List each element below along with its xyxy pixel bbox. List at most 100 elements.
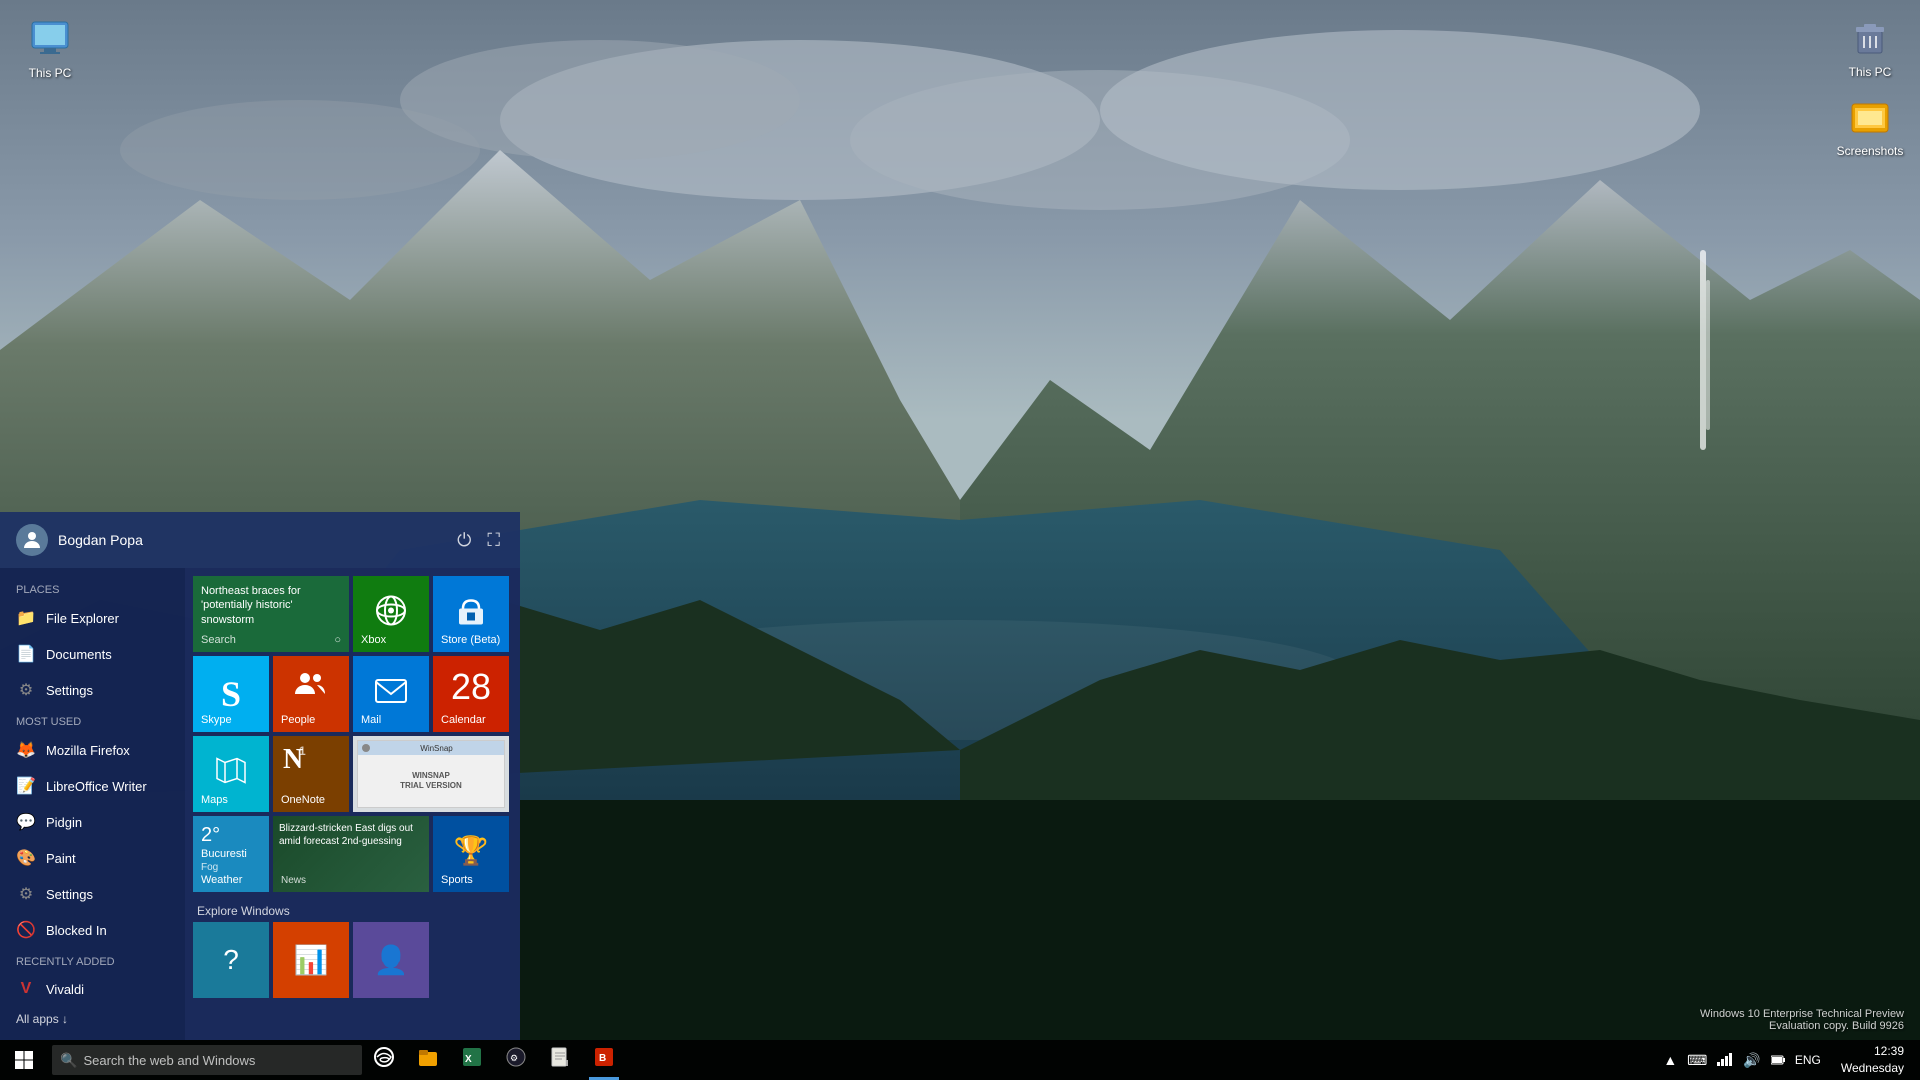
- taskbar-app-excel[interactable]: X: [450, 1040, 494, 1080]
- start-menu-header: Bogdan Popa ⏻ ⛶: [0, 512, 520, 568]
- notepad-icon: [549, 1046, 571, 1074]
- recycle-bin-label: This PC: [1849, 65, 1892, 79]
- documents-icon: 📄: [16, 644, 36, 664]
- blocked-in-label: Blocked In: [46, 923, 107, 938]
- search-bar[interactable]: 🔍 Search the web and Windows: [52, 1045, 362, 1075]
- documents-label: Documents: [46, 647, 112, 662]
- excel-icon: X: [461, 1046, 483, 1074]
- language-icon[interactable]: ENG: [1791, 1051, 1825, 1069]
- tile-onenote[interactable]: N 1 OneNote: [273, 736, 349, 812]
- pidgin-label: Pidgin: [46, 815, 82, 830]
- tile-skype[interactable]: S Skype: [193, 656, 269, 732]
- paint-icon: 🎨: [16, 848, 36, 868]
- tray-arrow-icon[interactable]: ▲: [1659, 1050, 1681, 1070]
- mail-icon: [375, 678, 407, 710]
- winsnap-title: WinSnap: [373, 744, 500, 753]
- taskbar-app-explorer[interactable]: [406, 1040, 450, 1080]
- menu-item-firefox[interactable]: 🦊 Mozilla Firefox: [0, 732, 185, 768]
- settings2-label: Settings: [46, 887, 93, 902]
- sports-trophy-icon: 🏆: [454, 834, 489, 867]
- taskbar-right: ▲ ⌨ 🔊: [1655, 1043, 1920, 1077]
- tile-news[interactable]: Northeast braces for 'potentially histor…: [193, 576, 349, 652]
- tile-explore3[interactable]: 👤: [353, 922, 429, 998]
- most-used-title: Most used: [0, 708, 185, 732]
- desktop-icon-recycle-bin[interactable]: This PC: [1830, 9, 1910, 83]
- news2-headline: Blizzard-stricken East digs out amid for…: [279, 823, 413, 847]
- menu-item-paint[interactable]: 🎨 Paint: [0, 840, 185, 876]
- start-button[interactable]: [0, 1040, 48, 1080]
- menu-item-blocked-in[interactable]: 🚫 Blocked In: [0, 912, 185, 948]
- explore2-icon: 📊: [294, 944, 329, 977]
- desktop-icon-screenshots[interactable]: Screenshots: [1830, 88, 1910, 162]
- network-icon[interactable]: [1713, 1050, 1737, 1071]
- desktop-icon-this-pc[interactable]: This PC: [10, 10, 90, 84]
- active-app-icon: B: [593, 1046, 615, 1074]
- user-avatar: [16, 524, 48, 556]
- taskbar-app-edge[interactable]: [362, 1040, 406, 1080]
- tile-people[interactable]: People: [273, 656, 349, 732]
- tile-store[interactable]: Store (Beta): [433, 576, 509, 652]
- tile-maps[interactable]: Maps: [193, 736, 269, 812]
- winsnap-body: WINSNAPTRIAL VERSION: [358, 755, 504, 807]
- pidgin-icon: 💬: [16, 812, 36, 832]
- tile-mail[interactable]: Mail: [353, 656, 429, 732]
- file-explorer-icon: 📁: [16, 608, 36, 628]
- winsnap-trial-text: WINSNAPTRIAL VERSION: [400, 771, 462, 792]
- menu-item-pidgin[interactable]: 💬 Pidgin: [0, 804, 185, 840]
- this-pc-icon: [26, 14, 74, 62]
- firefox-icon: 🦊: [16, 740, 36, 760]
- calendar-date: 28: [451, 666, 491, 708]
- tile-sports[interactable]: 🏆 Sports: [433, 816, 509, 892]
- maps-icon: [215, 755, 247, 794]
- keyboard-icon[interactable]: ⌨: [1683, 1050, 1711, 1071]
- menu-item-settings2[interactable]: ⚙ Settings: [0, 876, 185, 912]
- vivaldi-icon: V: [16, 980, 36, 998]
- clock[interactable]: 12:39 Wednesday: [1833, 1043, 1912, 1077]
- menu-item-settings[interactable]: ⚙ Settings: [0, 672, 185, 708]
- steam-icon: ⚙: [505, 1046, 527, 1074]
- menu-item-file-explorer[interactable]: 📁 File Explorer: [0, 600, 185, 636]
- clock-day: Wednesday: [1841, 1060, 1904, 1077]
- vivaldi-label: Vivaldi: [46, 982, 84, 997]
- search-icon: 🔍: [60, 1052, 77, 1069]
- people-icon: [293, 668, 329, 711]
- blocked-in-icon: 🚫: [16, 920, 36, 940]
- all-apps-button[interactable]: All apps ↓: [0, 1006, 185, 1032]
- battery-icon[interactable]: [1767, 1050, 1789, 1070]
- taskbar-app-active[interactable]: B: [582, 1040, 626, 1080]
- menu-item-vivaldi[interactable]: V Vivaldi: [0, 972, 185, 1006]
- start-menu-body: Places 📁 File Explorer 📄 Documents ⚙ Set…: [0, 568, 520, 1040]
- winsnap-titlebar: WinSnap: [358, 741, 504, 755]
- onenote-label: OneNote: [281, 794, 325, 806]
- tile-weather[interactable]: 2° Bucuresti Fog Weather: [193, 816, 269, 892]
- volume-icon[interactable]: 🔊: [1739, 1050, 1764, 1071]
- settings-icon: ⚙: [16, 680, 36, 700]
- xbox-icon: [375, 595, 407, 634]
- recently-added-title: Recently added: [0, 948, 185, 972]
- explore-title: Explore Windows: [193, 896, 512, 922]
- tile-calendar[interactable]: 28 Calendar: [433, 656, 509, 732]
- win-info-line1: Windows 10 Enterprise Technical Preview: [1700, 1008, 1904, 1020]
- tile-explore1[interactable]: ?: [193, 922, 269, 998]
- recycle-bin-icon: [1846, 13, 1894, 61]
- user-info[interactable]: Bogdan Popa: [16, 524, 143, 556]
- expand-button[interactable]: ⛶: [483, 526, 504, 555]
- weather-city: Bucuresti: [201, 848, 247, 860]
- system-tray: ▲ ⌨ 🔊: [1655, 1050, 1829, 1071]
- power-button[interactable]: ⏻: [453, 526, 475, 555]
- tile-winsnap[interactable]: WinSnap WINSNAPTRIAL VERSION: [353, 736, 509, 812]
- skype-icon: S: [221, 673, 241, 715]
- xbox-label: Xbox: [361, 634, 386, 646]
- firefox-label: Mozilla Firefox: [46, 743, 130, 758]
- menu-item-libreoffice[interactable]: 📝 LibreOffice Writer: [0, 768, 185, 804]
- win-info-line2: Evaluation copy. Build 9926: [1700, 1020, 1904, 1032]
- settings-label: Settings: [46, 683, 93, 698]
- menu-item-documents[interactable]: 📄 Documents: [0, 636, 185, 672]
- taskbar-app-steam[interactable]: ⚙: [494, 1040, 538, 1080]
- news-tile-text: Northeast braces for 'potentially histor…: [201, 584, 341, 627]
- tile-xbox[interactable]: Xbox: [353, 576, 429, 652]
- sports-label: Sports: [441, 874, 473, 886]
- taskbar-app-notepad[interactable]: [538, 1040, 582, 1080]
- tile-explore2[interactable]: 📊: [273, 922, 349, 998]
- tile-news2[interactable]: Blizzard-stricken East digs out amid for…: [273, 816, 429, 892]
